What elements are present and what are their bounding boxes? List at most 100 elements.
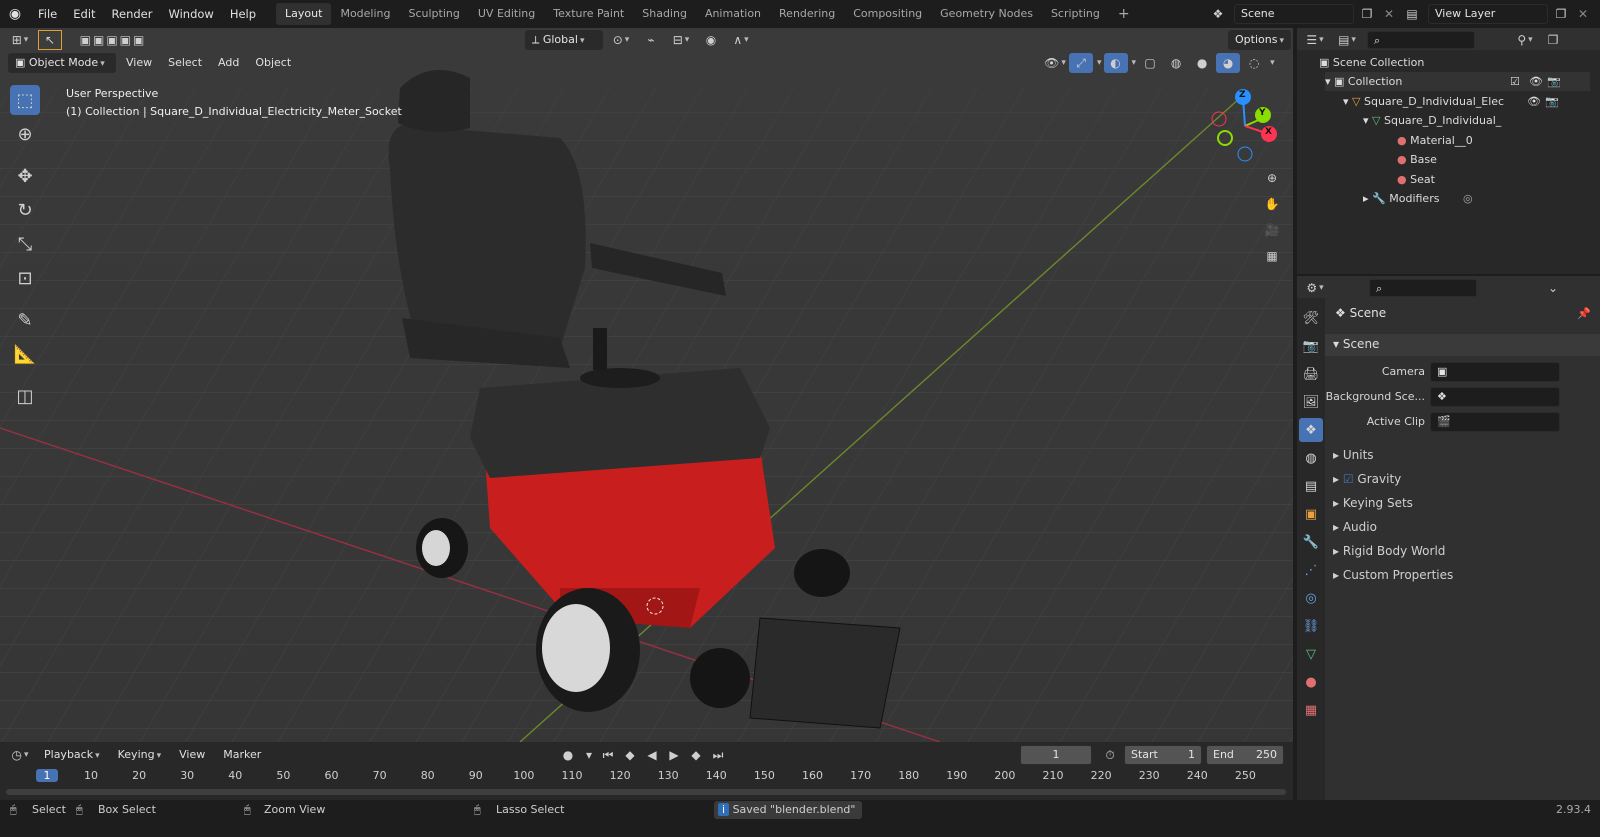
- outliner-row[interactable]: ▾ ▽ Square_D_Individual_: [1363, 111, 1501, 130]
- selection-mode-icons[interactable]: ▣▣▣▣▣: [68, 30, 158, 50]
- add-cube-tool-icon[interactable]: ◫: [10, 381, 40, 411]
- tab-sculpting[interactable]: Sculpting: [400, 3, 469, 25]
- close-icon[interactable]: ✕: [1380, 4, 1398, 24]
- checkbox-icon[interactable]: ☑: [1510, 72, 1520, 91]
- outliner-row[interactable]: ▾ ▣ Collection ☑ 👁 📷: [1325, 72, 1590, 91]
- cursor-tool-icon[interactable]: ⊕: [10, 119, 40, 149]
- scale-tool-icon[interactable]: ⤡: [10, 229, 40, 259]
- annotate-tool-icon[interactable]: ✎: [10, 305, 40, 335]
- navigation-gizmo[interactable]: Z Y X: [1205, 86, 1285, 166]
- expand-arrow-icon[interactable]: ▾: [1325, 75, 1334, 88]
- tab-animation[interactable]: Animation: [696, 3, 770, 25]
- falloff-icon[interactable]: ∧ ▾: [729, 30, 753, 50]
- select-box-tool-icon[interactable]: ⬚: [10, 85, 40, 115]
- wireframe-shading-icon[interactable]: ◍: [1164, 53, 1188, 73]
- texture-tab-icon[interactable]: ▦: [1299, 698, 1323, 722]
- transform-orientation[interactable]: ⟂ Global ▾: [525, 30, 603, 50]
- pan-hand-icon[interactable]: ✋: [1260, 194, 1284, 214]
- add-workspace-button[interactable]: +: [1109, 3, 1139, 25]
- render-camera-icon[interactable]: 📷: [1547, 72, 1561, 91]
- outliner-row[interactable]: ▸ 🔧 Modifiers ◎: [1363, 189, 1473, 208]
- panel-keying-sets[interactable]: ▸ Keying Sets: [1333, 492, 1413, 514]
- panel-custom-properties[interactable]: ▸ Custom Properties: [1333, 564, 1453, 586]
- menu-file[interactable]: File: [30, 0, 65, 28]
- tab-scripting[interactable]: Scripting: [1042, 3, 1109, 25]
- eye-icon[interactable]: 👁: [1529, 72, 1543, 91]
- solid-shading-icon[interactable]: ●: [1190, 53, 1214, 73]
- chevron-down-icon[interactable]: ⌄: [1541, 278, 1565, 298]
- pivot-icon[interactable]: ⊙ ▾: [609, 30, 633, 50]
- xray-icon[interactable]: ▢: [1138, 53, 1162, 73]
- visibility-icon[interactable]: 👁 ▾: [1043, 53, 1067, 73]
- zoom-icon[interactable]: ⊕: [1260, 168, 1284, 188]
- panel-audio[interactable]: ▸ Audio: [1333, 516, 1377, 538]
- output-tab-icon[interactable]: 🖨: [1299, 362, 1323, 386]
- mode-selector[interactable]: ▣ Object Mode ▾: [8, 53, 116, 73]
- tab-texture-paint[interactable]: Texture Paint: [544, 3, 633, 25]
- rendered-shading-icon[interactable]: ◌: [1242, 53, 1266, 73]
- menu-edit[interactable]: Edit: [65, 0, 103, 28]
- new-scene-icon[interactable]: ❐: [1358, 4, 1376, 24]
- menu-view[interactable]: View: [120, 53, 158, 73]
- save-notification[interactable]: i Saved "blender.blend": [714, 801, 862, 819]
- perspective-toggle-icon[interactable]: ▦: [1260, 246, 1284, 266]
- editor-type-icon[interactable]: ⊞ ▾: [8, 30, 32, 50]
- outliner-row[interactable]: ▣ Scene Collection: [1319, 53, 1424, 72]
- object-tab-icon[interactable]: ▣: [1299, 502, 1323, 526]
- options-button[interactable]: Options ▾: [1228, 30, 1291, 50]
- timeline-scrollbar[interactable]: [6, 789, 1286, 795]
- expand-arrow-icon[interactable]: ▾: [1363, 114, 1372, 127]
- material-tab-icon[interactable]: ●: [1299, 670, 1323, 694]
- outliner-row[interactable]: ● Base: [1397, 150, 1437, 169]
- close-icon[interactable]: ✕: [1574, 4, 1592, 24]
- new-collection-icon[interactable]: ❐: [1541, 30, 1565, 50]
- tab-uv-editing[interactable]: UV Editing: [469, 3, 544, 25]
- view-layer-field[interactable]: View Layer: [1428, 4, 1548, 24]
- overlay-toggle-icon[interactable]: ◐: [1103, 53, 1128, 73]
- render-camera-icon[interactable]: 📷: [1545, 92, 1559, 111]
- 3d-viewport[interactable]: ⊞ ▾ ↖ ▣▣▣▣▣ ⟂ Global ▾ ⊙ ▾ ⌁ ⊟ ▾ ◉ ∧ ▾ Option…: [0, 28, 1293, 742]
- menu-select[interactable]: Select: [162, 53, 208, 73]
- blender-logo-icon[interactable]: ◉: [0, 6, 30, 22]
- scene-tab-icon[interactable]: ❖: [1299, 418, 1323, 442]
- tab-modeling[interactable]: Modeling: [331, 3, 399, 25]
- panel-units[interactable]: ▸ Units: [1333, 444, 1374, 466]
- tool-tab-icon[interactable]: 🛠: [1299, 306, 1323, 330]
- modifier-tab-icon[interactable]: 🔧: [1299, 530, 1323, 554]
- gravity-checkbox-icon[interactable]: ☑: [1343, 472, 1358, 486]
- expand-arrow-icon[interactable]: ▾: [1343, 95, 1352, 108]
- pin-icon[interactable]: 📌: [1577, 307, 1591, 320]
- snap-icon[interactable]: ⌁: [639, 30, 663, 50]
- display-mode-icon[interactable]: ▤ ▾: [1335, 30, 1359, 50]
- tab-layout[interactable]: Layout: [276, 3, 332, 25]
- physics-tab-icon[interactable]: ◎: [1299, 586, 1323, 610]
- collection-tab-icon[interactable]: ▤: [1299, 474, 1323, 498]
- render-tab-icon[interactable]: 📷: [1299, 334, 1323, 358]
- scene-field[interactable]: Scene: [1234, 4, 1354, 24]
- expand-arrow-icon[interactable]: ▸: [1363, 192, 1372, 205]
- properties-search-input[interactable]: ⌕: [1369, 279, 1477, 297]
- tab-rendering[interactable]: Rendering: [770, 3, 844, 25]
- tab-geometry-nodes[interactable]: Geometry Nodes: [931, 3, 1042, 25]
- new-view-layer-icon[interactable]: ❐: [1552, 4, 1570, 24]
- tab-compositing[interactable]: Compositing: [844, 3, 931, 25]
- camera-view-icon[interactable]: 🎥: [1260, 220, 1284, 240]
- mesh-data-tab-icon[interactable]: ▽: [1299, 642, 1323, 666]
- panel-rigid-body-world[interactable]: ▸ Rigid Body World: [1333, 540, 1445, 562]
- outliner-row[interactable]: ▾ ▽ Square_D_Individual_Elec 👁 📷: [1343, 92, 1559, 111]
- constraints-tab-icon[interactable]: ⛓: [1299, 614, 1323, 638]
- tab-shading[interactable]: Shading: [633, 3, 696, 25]
- background-scene-field[interactable]: ❖: [1430, 387, 1560, 407]
- material-shading-icon[interactable]: ◕: [1216, 53, 1241, 73]
- camera-field[interactable]: ▣: [1430, 362, 1560, 382]
- select-tool-icon[interactable]: ↖: [38, 30, 62, 50]
- active-clip-field[interactable]: 🎬: [1430, 412, 1560, 432]
- editor-type-icon[interactable]: ☰ ▾: [1303, 30, 1327, 50]
- eye-icon[interactable]: 👁: [1527, 92, 1541, 111]
- gizmo-toggle-icon[interactable]: ⤢: [1069, 53, 1093, 73]
- menu-object[interactable]: Object: [249, 53, 297, 73]
- outliner-search-input[interactable]: ⌕: [1367, 31, 1475, 49]
- filter-icon[interactable]: ⚲ ▾: [1513, 30, 1537, 50]
- snap-target-icon[interactable]: ⊟ ▾: [669, 30, 693, 50]
- view-layer-icon[interactable]: ▤: [1400, 4, 1424, 24]
